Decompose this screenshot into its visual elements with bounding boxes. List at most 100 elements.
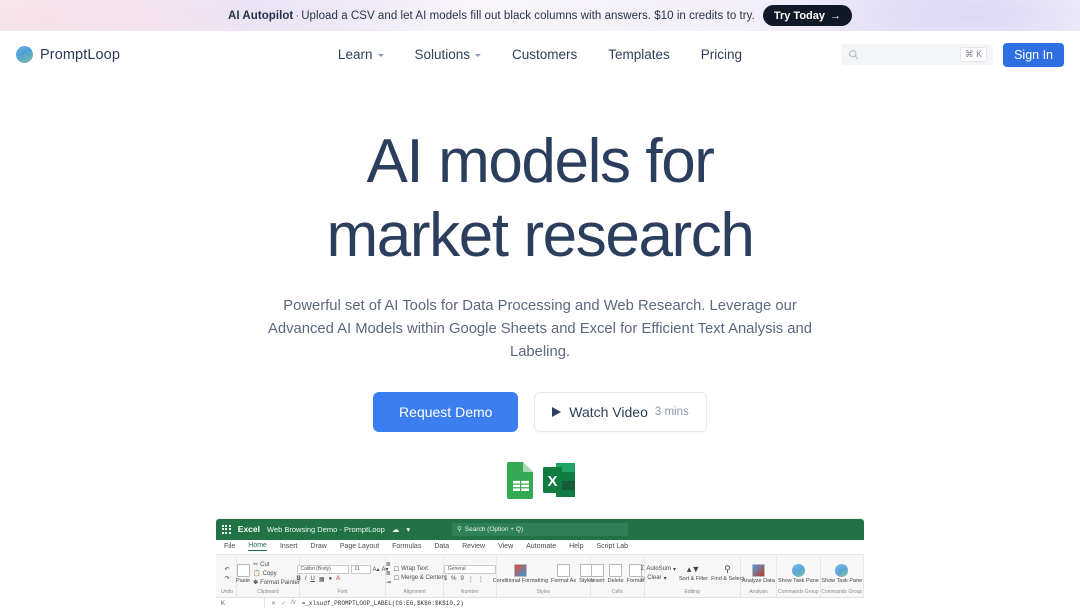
comma-format-icon[interactable]: 9 bbox=[460, 576, 463, 583]
decrease-decimal-icon[interactable]: ⋮ bbox=[478, 576, 484, 583]
search-input[interactable] bbox=[859, 48, 960, 61]
formula-input[interactable]: =_xlsudf_PROMPTLOOP_LABEL(C6:E6,$K$6:$K$… bbox=[302, 600, 464, 607]
merge-center-button[interactable]: ☐ Merge & Center bbox=[394, 575, 444, 582]
delete-cells-button[interactable]: Delete bbox=[608, 563, 624, 584]
nav-item-learn-label: Learn bbox=[337, 47, 373, 62]
ribbon-tab-review[interactable]: Review bbox=[462, 543, 485, 550]
excel-ribbon: ↶ ↷ Undo Paste ✂ Cut 📋 Copy ✽ Format Pai… bbox=[216, 554, 864, 598]
ribbon-tab-help[interactable]: Help bbox=[569, 543, 583, 550]
clear-button[interactable]: ◇ Clear ▾ bbox=[641, 575, 676, 582]
show-task-pane-button-2[interactable]: Show Task Pane bbox=[821, 563, 862, 584]
cut-button[interactable]: ✂ Cut bbox=[253, 561, 300, 569]
hero-section: AI models for market research Powerful s… bbox=[0, 78, 1080, 499]
fx-icon[interactable]: fx bbox=[291, 600, 296, 607]
copy-button[interactable]: 📋 Copy bbox=[253, 570, 300, 578]
font-size-select[interactable]: 11 bbox=[350, 564, 371, 574]
ribbon-group-editing-label: Editing bbox=[684, 588, 700, 595]
find-select-button[interactable]: ⚲ Find & Select bbox=[711, 564, 744, 583]
promptloop-addin-icon bbox=[791, 563, 805, 577]
ribbon-group-analysis-label: Analysis bbox=[749, 588, 768, 595]
announcement-text: AI Autopilot · Upload a CSV and let AI mod… bbox=[228, 10, 755, 22]
brand-logo-link[interactable]: PromptLoop bbox=[16, 46, 120, 63]
fill-color-icon[interactable]: ● bbox=[329, 576, 333, 582]
format-as-table-button[interactable]: Format As bbox=[551, 563, 576, 584]
try-today-button[interactable]: Try Today → bbox=[762, 5, 852, 26]
check-icon[interactable]: ✓ bbox=[281, 600, 286, 607]
paste-label: Paste bbox=[236, 577, 251, 584]
undo-icon[interactable]: ↶ bbox=[225, 566, 230, 573]
autosum-button[interactable]: Σ AutoSum ▾ bbox=[641, 566, 676, 573]
format-painter-button[interactable]: ✽ Format Painter bbox=[253, 579, 300, 587]
italic-button[interactable]: I bbox=[305, 576, 307, 582]
ribbon-tab-data[interactable]: Data bbox=[434, 543, 449, 550]
sign-in-button[interactable]: Sign In bbox=[1003, 42, 1064, 67]
ribbon-group-commands-2-label: Commands Group bbox=[821, 588, 863, 595]
percent-format-icon[interactable]: % bbox=[451, 576, 456, 583]
play-icon bbox=[552, 406, 562, 417]
ribbon-group-undo-label: Undo bbox=[221, 588, 234, 595]
wrap-text-button[interactable]: ☐ Wrap Text bbox=[394, 566, 444, 573]
watch-video-button[interactable]: Watch Video 3 mins bbox=[534, 391, 707, 432]
indent-icon[interactable]: ⇥ bbox=[386, 579, 391, 586]
excel-app-name: Excel bbox=[237, 524, 260, 535]
ribbon-group-styles-label: Styles bbox=[536, 588, 551, 595]
ribbon-group-font: Calibri (Body) 11 A▴ A▾ B I U ▦ ● A Font bbox=[296, 556, 389, 597]
ribbon-tab-draw[interactable]: Draw bbox=[310, 543, 326, 550]
name-box[interactable]: K bbox=[221, 597, 265, 608]
header-actions: ⌘ K Sign In bbox=[841, 42, 1064, 67]
number-format-select[interactable]: General bbox=[443, 564, 496, 574]
ribbon-tab-view[interactable]: View bbox=[498, 543, 513, 550]
ribbon-tab-insert[interactable]: Insert bbox=[280, 543, 298, 550]
google-sheets-icon[interactable] bbox=[506, 461, 536, 499]
watch-video-duration: 3 mins bbox=[654, 405, 689, 418]
ribbon-tab-script-lab[interactable]: Script Lab bbox=[597, 543, 629, 550]
borders-icon[interactable]: ▦ bbox=[319, 576, 325, 583]
currency-format-icon[interactable]: $ bbox=[444, 576, 447, 583]
chevron-down-icon bbox=[475, 54, 482, 57]
show-task-pane-button-1[interactable]: Show Task Pane bbox=[777, 563, 819, 584]
cut-label: Cut bbox=[260, 561, 270, 568]
excel-search-box[interactable]: ⚲ Search (Option + Q) bbox=[452, 522, 628, 536]
nav-item-learn[interactable]: Learn bbox=[338, 47, 384, 62]
excel-document-name[interactable]: Web Browsing Demo - PromptLoop bbox=[267, 525, 385, 534]
align-top-icon[interactable]: ≣ bbox=[386, 561, 391, 568]
analyze-data-button[interactable]: Analyze Data bbox=[742, 563, 775, 584]
ribbon-tab-home[interactable]: Home bbox=[248, 542, 267, 552]
request-demo-button[interactable]: Request Demo bbox=[373, 391, 519, 432]
redo-icon[interactable]: ↷ bbox=[225, 575, 230, 582]
show-task-pane-label-1: Show Task Pane bbox=[777, 577, 819, 584]
ribbon-tab-page-layout[interactable]: Page Layout bbox=[340, 543, 379, 550]
conditional-formatting-button[interactable]: Conditional Formatting bbox=[493, 563, 548, 584]
ribbon-tab-automate[interactable]: Automate bbox=[526, 543, 556, 550]
ribbon-group-alignment: ≣ ≣ ⇥ ☐ Wrap Text ☐ Merge & Center Align… bbox=[386, 556, 444, 597]
find-select-label: Find & Select bbox=[711, 576, 744, 583]
app-launcher-icon[interactable] bbox=[222, 524, 231, 534]
align-middle-icon[interactable]: ≣ bbox=[386, 570, 391, 577]
font-color-icon[interactable]: A bbox=[336, 576, 340, 582]
close-icon[interactable]: ✕ bbox=[271, 600, 276, 607]
search-box[interactable]: ⌘ K bbox=[841, 44, 994, 65]
paste-button[interactable]: Paste bbox=[236, 563, 251, 584]
announcement-banner: AI Autopilot · Upload a CSV and let AI mod… bbox=[0, 0, 1080, 31]
increase-font-size-icon[interactable]: A▴ bbox=[373, 566, 380, 573]
nav-item-customers[interactable]: Customers bbox=[512, 47, 577, 62]
increase-decimal-icon[interactable]: ⋮ bbox=[468, 576, 474, 583]
font-family-select[interactable]: Calibri (Body) bbox=[296, 564, 349, 574]
analyze-data-label: Analyze Data bbox=[742, 577, 775, 584]
chevron-down-icon[interactable]: ▾ bbox=[406, 525, 410, 534]
underline-button[interactable]: U bbox=[311, 576, 315, 582]
announcement-message: Upload a CSV and let AI models fill out … bbox=[301, 9, 755, 22]
nav-item-pricing[interactable]: Pricing bbox=[701, 47, 742, 62]
page-title: AI models for market research bbox=[0, 131, 1080, 267]
sort-filter-button[interactable]: ▴▼ Sort & Filter bbox=[679, 564, 708, 582]
ribbon-tab-formulas[interactable]: Formulas bbox=[392, 543, 421, 550]
ribbon-group-alignment-label: Alignment bbox=[403, 588, 426, 595]
microsoft-excel-icon[interactable]: X bbox=[542, 461, 575, 499]
ribbon-group-number: General $ % 9 ⋮ ⋮ Number bbox=[443, 556, 497, 597]
insert-cells-button[interactable]: Insert bbox=[591, 563, 605, 584]
ribbon-tab-file[interactable]: File bbox=[224, 543, 235, 550]
nav-item-solutions[interactable]: Solutions bbox=[414, 47, 482, 62]
nav-item-templates[interactable]: Templates bbox=[608, 47, 670, 62]
ribbon-group-clipboard-label: Clipboard bbox=[257, 588, 279, 595]
bold-button[interactable]: B bbox=[297, 576, 301, 582]
